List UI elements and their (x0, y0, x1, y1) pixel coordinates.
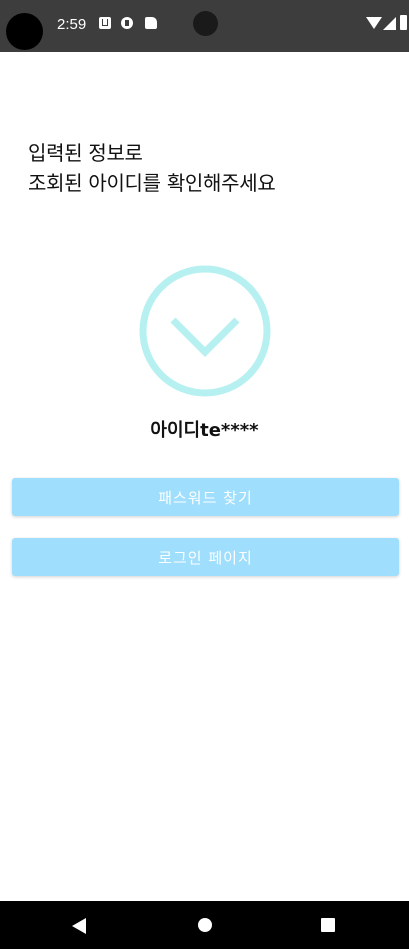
status-time: 2:59 (57, 16, 87, 33)
check-chevron (170, 317, 240, 357)
check-circle-ring (139, 265, 271, 397)
check-circle-icon (139, 265, 271, 397)
battery-icon (400, 15, 407, 30)
status-bar: 2:59 (0, 0, 409, 52)
found-id: 아이디te**** (0, 416, 409, 442)
wifi-icon (366, 17, 382, 29)
back-icon[interactable] (72, 918, 86, 934)
screen: 2:59 입력된 정보로 조회된 아이디를 확인해주세요 아이디te**** 패… (0, 0, 409, 949)
title-line-2: 조회된 아이디를 확인해주세요 (28, 171, 276, 195)
find-password-button[interactable]: 패스워드 찾기 (12, 478, 399, 516)
notification-a-icon (99, 17, 111, 29)
home-icon[interactable] (198, 918, 212, 932)
recents-icon[interactable] (321, 918, 335, 932)
found-id-label: 아이디 (150, 420, 201, 441)
signal-icon (383, 17, 396, 30)
found-id-value: te**** (200, 420, 259, 441)
notification-p-icon (121, 17, 133, 29)
front-camera (193, 11, 218, 36)
camera-cutout (6, 13, 43, 50)
login-page-button[interactable]: 로그인 페이지 (12, 538, 399, 576)
sd-card-icon (145, 17, 157, 29)
title-line-1: 입력된 정보로 (28, 141, 143, 165)
page-title: 입력된 정보로 조회된 아이디를 확인해주세요 (28, 138, 276, 198)
navigation-bar (0, 901, 409, 949)
